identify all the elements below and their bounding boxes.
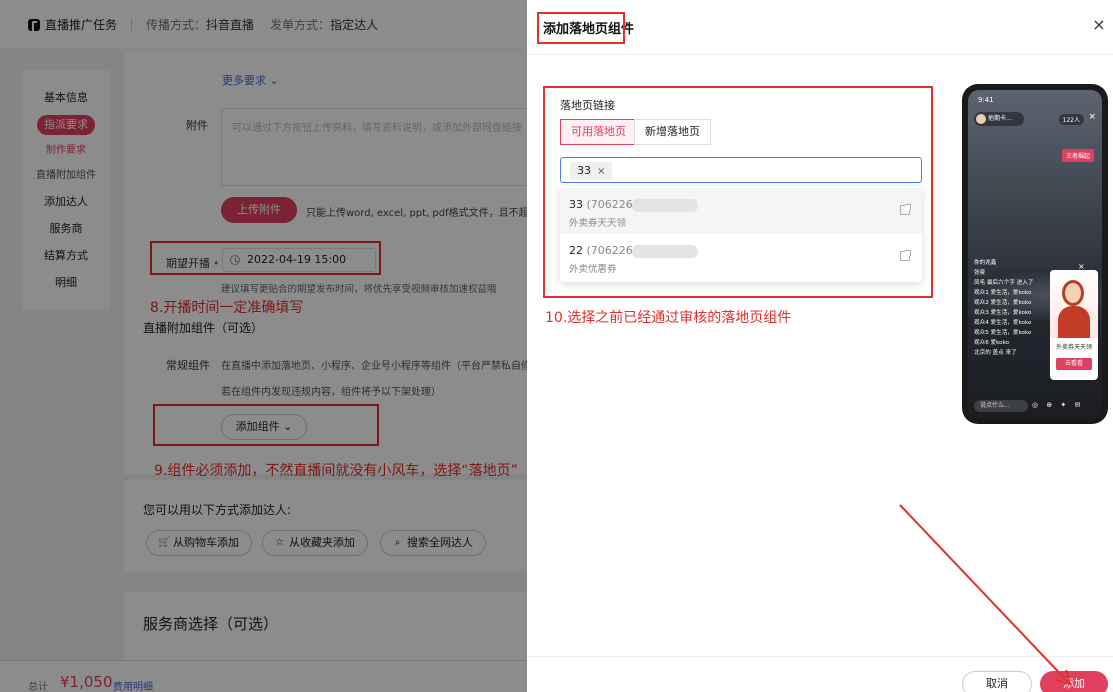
- host-avatar: 他期卡...: [974, 112, 1024, 126]
- annotation-box-landing-select: [543, 86, 933, 298]
- brand-badge: 王者崛起: [1061, 149, 1094, 162]
- chat-feed: 你的兆鑫 张曼 凤毛 最后六个字 进入了 观众1 爱生活，爱koko 观众2 爱…: [974, 260, 1034, 356]
- close-icon[interactable]: ×: [1092, 17, 1106, 33]
- bottom-icons: ◎ ⊕ ✦ ✉: [1032, 401, 1084, 409]
- annotation-10: 10.选择之前已经通过审核的落地页组件: [545, 310, 792, 326]
- card-text: 外卖券天天领: [1055, 344, 1092, 351]
- cancel-button[interactable]: 取消: [962, 671, 1032, 692]
- close-icon: ×: [1088, 112, 1096, 122]
- add-landing-page-drawer: 添加落地页组件 × 落地页链接 可用落地页 新增落地页 33 × 33 (7062…: [527, 0, 1113, 692]
- modal-overlay[interactable]: [0, 0, 527, 692]
- live-room-preview: 9:41 他期卡... 122人 × 王者崛起 你的兆鑫 张曼 凤毛 最后六个字…: [968, 90, 1102, 418]
- phone-time: 9:41: [978, 96, 994, 104]
- divider: [527, 54, 1113, 55]
- headset-person-icon: [1062, 280, 1084, 306]
- annotation-box-drawer-title: [537, 12, 625, 44]
- phone-preview: 9:41 他期卡... 122人 × 王者崛起 你的兆鑫 张曼 凤毛 最后六个字…: [962, 84, 1108, 424]
- comment-input: 说点什么...: [974, 400, 1028, 412]
- add-button[interactable]: 添加: [1040, 671, 1108, 692]
- card-go-button: 去看看: [1056, 358, 1092, 370]
- landing-page-card: 外卖券天天领 去看看: [1050, 270, 1098, 380]
- viewer-count: 122人: [1058, 114, 1084, 125]
